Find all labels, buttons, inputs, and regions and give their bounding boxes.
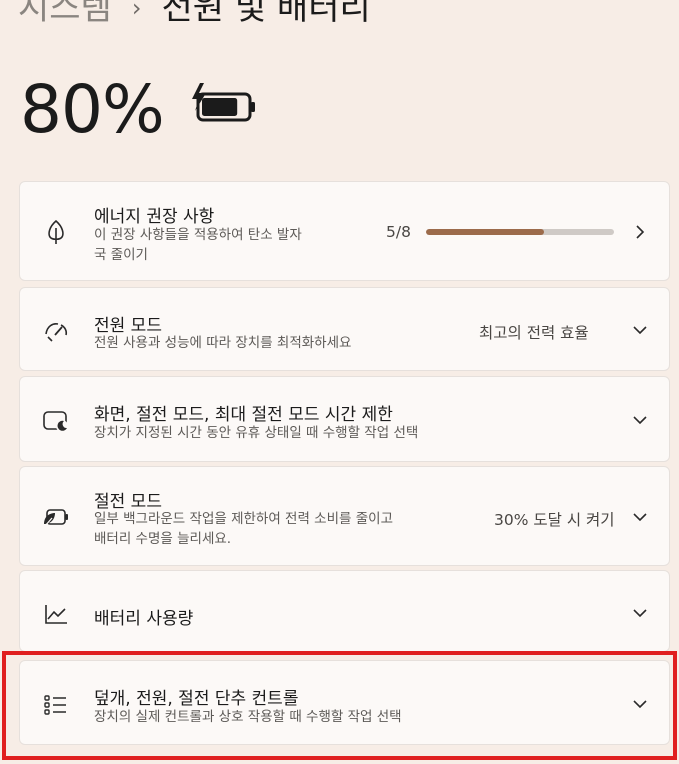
screen-sleep-icon [42, 407, 70, 435]
breadcrumb-separator: › [131, 0, 142, 22]
chevron-down-icon[interactable] [633, 510, 647, 524]
chevron-down-icon[interactable] [633, 413, 647, 427]
card-desc: 전원 사용과 성능에 따라 장치를 최적화하세요 [94, 335, 352, 351]
card-title: 배터리 사용량 [94, 609, 194, 629]
battery-saver-card[interactable]: 절전 모드 일부 백그라운드 작업을 제한하여 전력 소비를 줄이고 배터리 수… [19, 466, 670, 566]
screen-sleep-timeouts-card[interactable]: 화면, 절전 모드, 최대 절전 모드 시간 제한 장치가 지정된 시간 동안 … [19, 376, 670, 462]
battery-saver-value[interactable]: 30% 도달 시 켜기 [494, 508, 615, 530]
breadcrumb-parent-system[interactable]: 시스템 [18, 0, 112, 30]
power-mode-card[interactable]: 전원 모드 전원 사용과 성능에 따라 장치를 최적화하세요 최고의 전력 효율 [19, 287, 670, 371]
battery-percent: 80% [20, 71, 165, 148]
card-desc-line1: 이 권장 사항들을 적용하여 탄소 발자 [94, 227, 302, 243]
chart-line-icon [42, 600, 70, 628]
chevron-down-icon[interactable] [633, 606, 647, 620]
recommendations-progress-bar [426, 229, 614, 235]
breadcrumb: 시스템 › 전원 및 배터리 [18, 0, 371, 30]
highlight-box [2, 651, 677, 760]
card-title: 화면, 절전 모드, 최대 절전 모드 시간 제한 [94, 405, 393, 425]
card-desc-line2: 배터리 수명을 늘리세요. [94, 531, 232, 547]
leaf-icon [42, 218, 70, 246]
battery-saver-icon [42, 503, 70, 531]
card-desc-line1: 일부 백그라운드 작업을 제한하여 전력 소비를 줄이고 [94, 511, 393, 527]
card-desc-line2: 국 줄이기 [94, 247, 148, 263]
card-title: 에너지 권장 사항 [94, 207, 215, 227]
card-desc: 장치가 지정된 시간 동안 유휴 상태일 때 수행할 작업 선택 [94, 425, 419, 441]
chevron-right-icon [636, 225, 645, 239]
page-title: 전원 및 배터리 [161, 0, 371, 28]
gauge-icon [42, 317, 70, 345]
chevron-down-icon[interactable] [633, 323, 647, 337]
battery-charging-icon [190, 81, 260, 129]
battery-usage-card[interactable]: 배터리 사용량 [19, 570, 670, 652]
energy-recommendations-card[interactable]: 에너지 권장 사항 이 권장 사항들을 적용하여 탄소 발자 국 줄이기 5/8 [19, 181, 670, 281]
battery-status: 80% [20, 70, 260, 150]
progress-count: 5/8 [386, 223, 411, 241]
power-mode-select-value[interactable]: 최고의 전력 효율 [479, 321, 589, 343]
